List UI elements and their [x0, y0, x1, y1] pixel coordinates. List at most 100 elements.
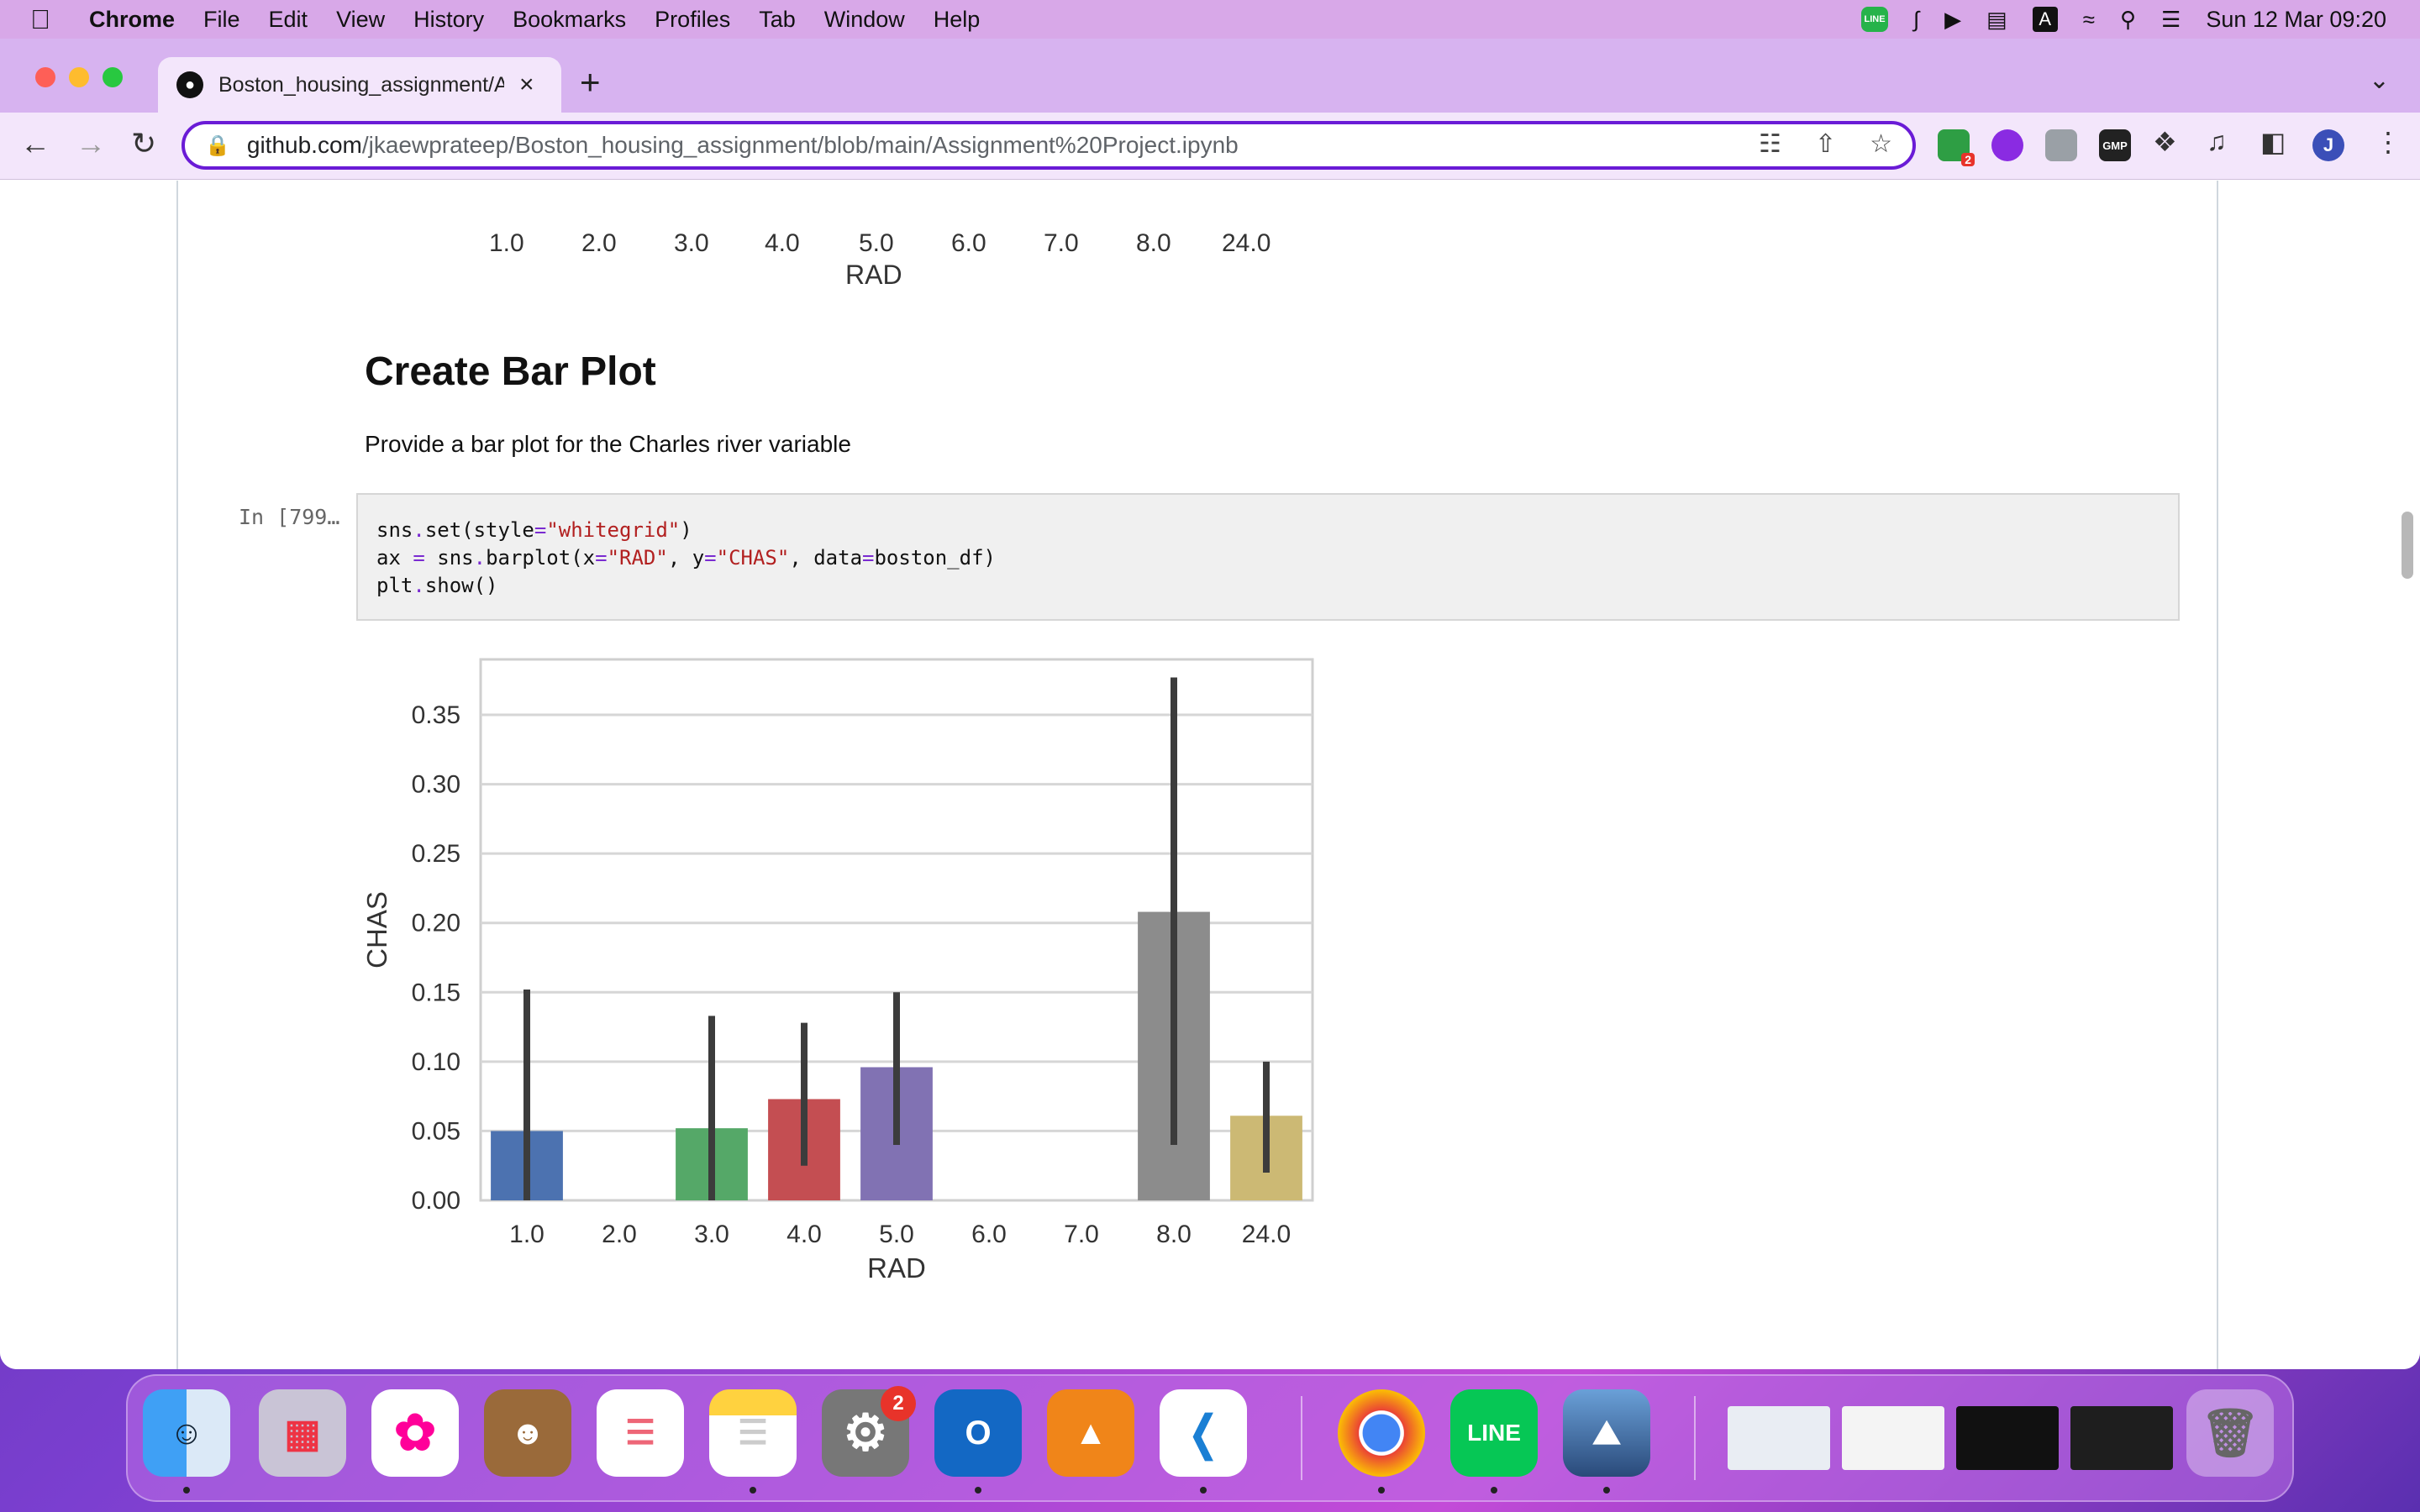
- preview-icon[interactable]: ⛰: [1563, 1389, 1650, 1477]
- chrome-menu-icon[interactable]: ⋮: [2375, 126, 2402, 158]
- line-icon[interactable]: LINE: [1450, 1389, 1538, 1477]
- control-center-icon[interactable]: ☰: [2161, 7, 2181, 33]
- y-tick-label: 0.30: [412, 771, 460, 799]
- github-favicon-icon: ●: [176, 71, 203, 98]
- reminders-icon[interactable]: ☰: [597, 1389, 684, 1477]
- cell-prompt: In [799…: [239, 505, 340, 529]
- section-paragraph: Provide a bar plot for the Charles river…: [365, 431, 851, 457]
- url-path: /jkaewprateep/Boston_housing_assignment/…: [361, 132, 1239, 158]
- reload-button[interactable]: ↻: [131, 126, 156, 161]
- input-source-icon[interactable]: A: [2032, 7, 2058, 32]
- translate-icon[interactable]: ☷: [1759, 129, 1781, 159]
- close-window-button[interactable]: [35, 67, 55, 87]
- address-bar[interactable]: 🔒 github.com/jkaewprateep/Boston_housing…: [182, 121, 1916, 170]
- x-tick-label: 4.0: [786, 1221, 822, 1248]
- prev-xtick: 24.0: [1222, 229, 1271, 257]
- zoom-window-button[interactable]: [103, 67, 123, 87]
- back-button[interactable]: ←: [20, 126, 50, 161]
- photos-icon[interactable]: ✿: [371, 1389, 459, 1477]
- minimized-notes-window[interactable]: [1842, 1406, 1944, 1470]
- tab-active[interactable]: ● Boston_housing_assignment/Assignment P…: [158, 57, 561, 113]
- chas-bar-chart: 0.00 0.05 0.10 0.15 0.20 0.25 0.30 0.35 1.0 2.0 3.…: [361, 658, 1314, 1284]
- prev-xtick: 1.0: [489, 229, 524, 257]
- gmp-extension-icon[interactable]: GMP: [2099, 129, 2131, 161]
- y-tick-label: 0.05: [412, 1117, 460, 1145]
- x-tick-label: 8.0: [1156, 1221, 1192, 1248]
- menu-bar:  Chrome File Edit View History Bookmark…: [0, 0, 2420, 39]
- bookmark-star-icon[interactable]: ☆: [1870, 129, 1892, 159]
- menu-clock[interactable]: Sun 12 Mar 09:20: [2206, 7, 2386, 33]
- prev-xlabel: RAD: [845, 260, 902, 290]
- outlook-icon[interactable]: O: [934, 1389, 1022, 1477]
- x-tick-label: 6.0: [971, 1221, 1007, 1248]
- minimized-outlook-window[interactable]: [1728, 1406, 1830, 1470]
- menu-help[interactable]: Help: [934, 7, 981, 33]
- wifi-icon[interactable]: ≈: [2083, 7, 2095, 33]
- play-circle-icon[interactable]: ▶: [1944, 7, 1961, 33]
- menu-app-name[interactable]: Chrome: [89, 7, 175, 33]
- lock-icon[interactable]: 🔒: [205, 134, 230, 158]
- side-panel-icon[interactable]: ◧: [2260, 126, 2286, 158]
- system-preferences-icon[interactable]: ⚙ 2: [822, 1386, 916, 1477]
- minimized-vscode-window[interactable]: [2070, 1406, 2173, 1470]
- minimize-window-button[interactable]: [69, 67, 89, 87]
- chrome-icon[interactable]: [1338, 1389, 1425, 1477]
- y-tick-label: 0.15: [412, 979, 460, 1006]
- prev-xtick: 2.0: [581, 229, 617, 257]
- menu-tab[interactable]: Tab: [759, 7, 796, 33]
- menu-window[interactable]: Window: [824, 7, 905, 33]
- menu-profiles[interactable]: Profiles: [655, 7, 730, 33]
- running-indicator: [1200, 1487, 1207, 1494]
- running-indicator: [1603, 1487, 1610, 1494]
- page-scrollbar[interactable]: [2402, 512, 2413, 579]
- share-icon[interactable]: ⇧: [1815, 129, 1836, 159]
- menu-bookmarks[interactable]: Bookmarks: [513, 7, 626, 33]
- url-text[interactable]: github.com/jkaewprateep/Boston_housing_a…: [247, 132, 1239, 159]
- media-control-icon[interactable]: ♫: [2207, 126, 2227, 157]
- prev-xtick: 4.0: [765, 229, 800, 257]
- contacts-icon[interactable]: ☻: [484, 1389, 571, 1477]
- apple-icon[interactable]: : [30, 4, 59, 35]
- extensions-puzzle-icon[interactable]: ❖: [2153, 126, 2177, 158]
- tab-search-chevron-icon[interactable]: ⌄: [2369, 66, 2390, 95]
- status-area: LINE ∫ ▶ ▤ A ≈ ⚲ ☰ Sun 12 Mar 09:20: [1861, 0, 2386, 39]
- extension-badge-icon[interactable]: 2: [1938, 129, 1975, 166]
- code-line: ax = sns.barplot(x="RAD", y="CHAS", data…: [376, 546, 996, 570]
- battery-icon[interactable]: ▤: [1986, 7, 2007, 33]
- x-tick-label: 2.0: [602, 1221, 637, 1248]
- drawio-icon[interactable]: ▲: [1047, 1389, 1134, 1477]
- new-tab-button[interactable]: +: [580, 62, 601, 102]
- bluetooth-icon[interactable]: ∫: [1913, 7, 1919, 33]
- notes-icon[interactable]: ☰: [709, 1389, 797, 1477]
- running-indicator: [750, 1487, 756, 1494]
- x-tick-label: 5.0: [879, 1221, 914, 1248]
- menu-edit[interactable]: Edit: [269, 7, 308, 33]
- extension-badge-count: 2: [1961, 153, 1975, 166]
- close-tab-icon[interactable]: ×: [519, 71, 534, 99]
- y-axis-label: CHAS: [361, 891, 392, 969]
- line-status-icon[interactable]: LINE: [1861, 7, 1888, 32]
- prev-xtick: 3.0: [674, 229, 709, 257]
- code-line: sns.set(style="whitegrid"): [376, 518, 692, 542]
- profile-avatar[interactable]: J: [2312, 129, 2344, 161]
- color-picker-extension-icon[interactable]: [1991, 129, 2023, 161]
- prev-xtick: 8.0: [1136, 229, 1171, 257]
- spotlight-search-icon[interactable]: ⚲: [2120, 7, 2136, 33]
- url-host: github.com: [246, 132, 362, 158]
- menu-view[interactable]: View: [336, 7, 385, 33]
- menu-history[interactable]: History: [413, 7, 484, 33]
- trash-icon[interactable]: 🗑: [2186, 1389, 2274, 1477]
- screenshot-extension-icon[interactable]: [2045, 129, 2077, 161]
- y-tick-label: 0.25: [412, 840, 460, 868]
- finder-icon[interactable]: ☺: [143, 1389, 230, 1477]
- running-indicator: [1491, 1487, 1497, 1494]
- forward-button[interactable]: →: [76, 126, 106, 161]
- dock: ☺ ▦ ✿ ☻ ☰ ☰ ⚙ 2 O ▲ ❬ LINE ⛰ 🗑: [126, 1374, 2294, 1502]
- menu-file[interactable]: File: [203, 7, 240, 33]
- vscode-icon[interactable]: ❬: [1160, 1389, 1247, 1477]
- minimized-chrome-window[interactable]: [1956, 1406, 2059, 1470]
- y-tick-label: 0.35: [412, 701, 460, 729]
- launchpad-icon[interactable]: ▦: [259, 1389, 346, 1477]
- x-tick-label: 1.0: [509, 1221, 544, 1248]
- code-cell[interactable]: sns.set(style="whitegrid") ax = sns.barp…: [356, 493, 2180, 621]
